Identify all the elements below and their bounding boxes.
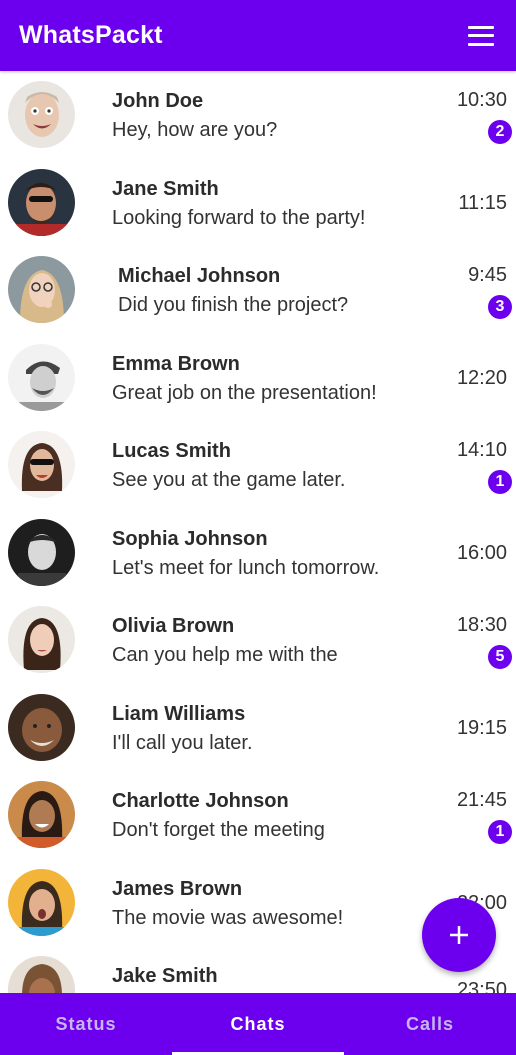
contact-name: John Doe <box>112 90 204 112</box>
message-time: 10:30 <box>456 89 507 111</box>
contact-name: Charlotte Johnson <box>112 790 289 812</box>
avatar <box>8 781 75 848</box>
last-message: Don't forget the meeting <box>112 819 325 841</box>
unread-count-badge: 5 <box>488 645 512 669</box>
tab-chats[interactable]: Chats <box>172 993 344 1055</box>
contact-name: Jane Smith <box>112 177 219 200</box>
avatar <box>8 343 75 411</box>
chat-row-jane-smith[interactable]: Jane Smith Looking forward to the party!… <box>0 159 516 247</box>
chat-list: John Doe Hey, how are you? 10:30 2 Jane … <box>0 71 516 993</box>
last-message: Let's meet for lunch tomorrow. <box>112 556 380 579</box>
chat-row-liam-williams[interactable]: Liam Williams I'll call you later. 19:15 <box>0 684 516 772</box>
avatar <box>8 868 75 936</box>
chat-row-lucas-smith[interactable]: Lucas Smith See you at the game later. 1… <box>0 421 516 509</box>
avatar <box>8 81 75 148</box>
chat-row-charlotte-johnson[interactable]: Charlotte Johnson Don't forget the meeti… <box>0 771 516 859</box>
tab-calls[interactable]: Calls <box>344 993 516 1055</box>
chat-row-michael-johnson[interactable]: Michael Johnson Did you finish the proje… <box>0 246 516 334</box>
avatar <box>8 606 75 673</box>
avatar <box>8 956 75 993</box>
unread-count-badge: 1 <box>488 470 512 494</box>
last-message: Great job on the presentation! <box>112 381 377 404</box>
contact-name: James Brown <box>112 877 243 900</box>
contact-name: Sophia Johnson <box>112 527 268 550</box>
contact-name: Emma Brown <box>112 352 240 375</box>
last-message: The movie was awesome! <box>112 906 344 929</box>
last-message: See you at the game later. <box>112 469 346 491</box>
contact-name: Lucas Smith <box>112 440 231 462</box>
hamburger-menu-icon[interactable] <box>468 25 494 46</box>
message-time: 18:30 <box>456 614 507 636</box>
contact-name: Michael Johnson <box>118 265 281 287</box>
last-message: Can you help me with the <box>112 644 338 666</box>
last-message: Did you finish the project? <box>118 294 349 316</box>
chat-row-emma-brown[interactable]: Emma Brown Great job on the presentation… <box>0 334 516 422</box>
contact-name: Jake Smith <box>112 965 218 987</box>
app-title: WhatsPackt <box>19 21 163 49</box>
avatar <box>8 518 75 586</box>
chat-row-john-doe[interactable]: John Doe Hey, how are you? 10:30 2 <box>0 71 516 159</box>
avatar <box>8 256 75 323</box>
message-time: 21:45 <box>456 789 507 811</box>
app-bar: WhatsPackt <box>0 0 516 71</box>
message-time: 11:15 <box>458 191 507 214</box>
message-time: 9:45 <box>468 264 507 286</box>
avatar <box>8 168 75 236</box>
last-message: Hey, how are you? <box>112 119 278 141</box>
chat-row-sophia-johnson[interactable]: Sophia Johnson Let's meet for lunch tomo… <box>0 509 516 597</box>
message-time: 12:20 <box>456 366 507 389</box>
tab-status[interactable]: Status <box>0 993 172 1055</box>
last-message: I'll call you later. <box>112 731 253 754</box>
unread-count-badge: 3 <box>488 295 512 319</box>
bottom-tab-bar: Status Chats Calls <box>0 993 516 1055</box>
unread-count-badge: 2 <box>488 120 512 144</box>
avatar <box>8 693 75 761</box>
last-message: Looking forward to the party! <box>112 206 366 229</box>
chat-row-olivia-brown[interactable]: Olivia Brown Can you help me with the 18… <box>0 596 516 684</box>
unread-count-badge: 1 <box>488 820 512 844</box>
new-chat-button[interactable] <box>422 898 496 972</box>
message-time: 16:00 <box>456 541 507 564</box>
contact-name: Liam Williams <box>112 702 246 725</box>
message-time: 23:50 <box>456 979 507 993</box>
message-time: 19:15 <box>456 716 507 739</box>
avatar <box>8 431 75 498</box>
plus-icon <box>450 926 468 944</box>
contact-name: Olivia Brown <box>112 615 235 637</box>
message-time: 14:10 <box>456 439 507 461</box>
